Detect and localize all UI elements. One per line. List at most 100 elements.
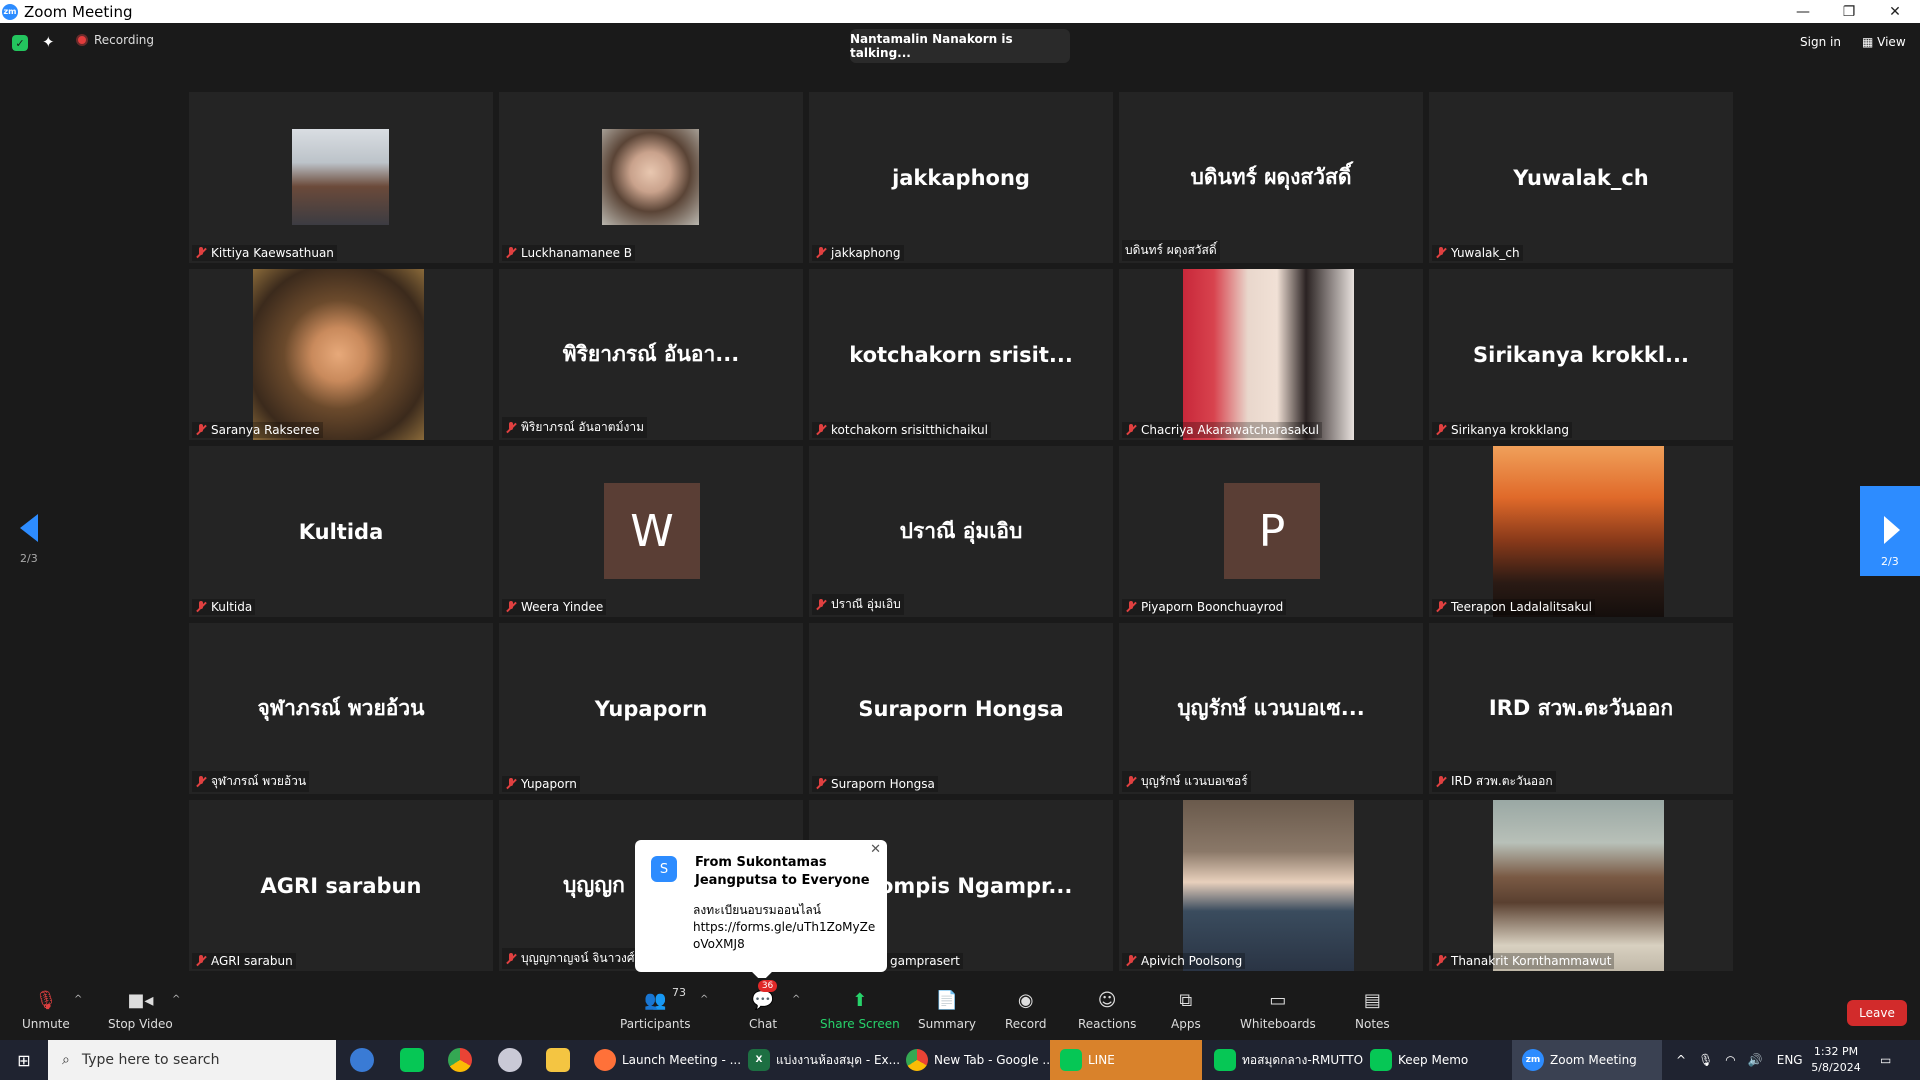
chevron-up-icon[interactable]: ^ [700,994,708,1005]
participant-tile[interactable]: Kittiya Kaewsathuan [189,92,493,263]
participant-tile[interactable]: kotchakorn srisit... kotchakorn srisitth… [809,269,1113,440]
participant-tile[interactable]: AGRI sarabun AGRI sarabun [189,800,493,971]
notes-button[interactable]: ▤ Notes [1355,988,1390,1032]
minimize-button[interactable]: — [1780,0,1826,23]
taskbar-search-box[interactable]: ⌕ Type here to search [48,1040,336,1080]
participant-display-name: จุฬาภรณ์ พวยอ้วน [257,696,425,720]
participant-tile[interactable]: W Weera Yindee [499,446,803,617]
page-indicator: 2/3 [1881,555,1899,568]
participant-display-name: Sirikanya krokkl... [1473,342,1689,367]
chevron-up-icon[interactable]: ^ [74,994,82,1005]
participant-tile[interactable]: จุฬาภรณ์ พวยอ้วน จุฬาภรณ์ พวยอ้วน [189,623,493,794]
search-placeholder: Type here to search [81,1052,220,1068]
participant-tile[interactable]: พิริยาภรณ์ อันอา... พิริยาภรณ์ อันอาตม์ง… [499,269,803,440]
muted-mic-icon [1125,955,1137,967]
chrome-icon[interactable] [448,1048,472,1072]
chevron-up-icon[interactable]: ^ [792,994,800,1005]
restore-button[interactable]: ❐ [1826,0,1872,23]
taskbar-app-firefox[interactable]: Launch Meeting - ... [594,1040,741,1080]
chevron-up-icon[interactable]: ^ [1676,1053,1686,1067]
participant-tile[interactable]: jakkaphong jakkaphong [809,92,1113,263]
summary-button[interactable]: 📄 Summary [918,988,976,1032]
chevron-up-icon[interactable]: ^ [172,994,180,1005]
taskbar-app-excel[interactable]: X แบ่งงานห้องสมุด - Ex... [748,1040,900,1080]
participant-tile[interactable]: Sirikanya krokkl... Sirikanya krokklang [1429,269,1733,440]
window-titlebar: zm Zoom Meeting — ❐ ✕ [0,0,1920,23]
line-app-icon[interactable] [400,1048,424,1072]
app-launcher-icon[interactable] [498,1048,522,1072]
firefox-icon [594,1049,616,1071]
participant-tile[interactable]: Luckhanamanee B [499,92,803,263]
share-screen-button[interactable]: ⬆ Share Screen [820,988,900,1032]
participant-tile[interactable]: Apivich Poolsong [1119,800,1423,971]
muted-mic-icon [195,775,207,788]
muted-mic-icon [1125,601,1137,613]
participant-tile[interactable]: บุญรักษ์ แวนบอเซ... บุญรักษ์ แวนบอเซอร์ [1119,623,1423,794]
chat-message: ลงทะเบียนอบรมออนไลน์ https://forms.gle/u… [693,902,879,953]
clock-time: 1:32 PM [1813,1045,1859,1058]
participant-tile[interactable]: Yuwalak_ch Yuwalak_ch [1429,92,1733,263]
taskbar-app-zoom[interactable]: zm Zoom Meeting [1512,1040,1662,1080]
participant-tile[interactable]: Teerapon Ladalalitsakul [1429,446,1733,617]
whiteboards-label: Whiteboards [1240,1017,1316,1031]
close-button[interactable]: ✕ [1872,0,1918,23]
ai-companion-icon[interactable]: ✦ [42,33,55,51]
notifications-icon[interactable]: ▭ [1880,1040,1891,1080]
taskbar-clock[interactable]: 1:32 PM 5/8/2024 [1798,1044,1874,1076]
arrow-right-icon [1884,516,1900,544]
grid-icon: ▦ [1862,35,1878,49]
leave-button[interactable]: Leave [1847,1000,1907,1026]
volume-icon[interactable]: 🔊 [1748,1053,1763,1067]
participant-tile[interactable]: Thanakrit Kornthammawut [1429,800,1733,971]
chat-message-link[interactable]: https://forms.gle/uTh1ZoMyZeoVoXMJ8 [693,919,879,953]
participant-name-label: IRD สวพ.ตะวันออก [1432,771,1556,792]
recording-indicator[interactable]: Recording [76,33,154,47]
participant-tile[interactable]: ปราณี อุ่มเอิบ ปราณี อุ่มเอิบ [809,446,1113,617]
participant-avatar: P [1224,483,1320,579]
chat-button[interactable]: 💬 36 Chat [749,980,778,1031]
record-button[interactable]: ◉ Record [1005,988,1046,1032]
view-button[interactable]: ▦ View [1862,35,1906,49]
active-speaker-banner: Nantamalin Nanakorn is talking... [850,29,1070,63]
participant-tile[interactable]: IRD สวพ.ตะวันออก IRD สวพ.ตะวันออก [1429,623,1733,794]
participant-tile[interactable]: Suraporn Hongsa Suraporn Hongsa [809,623,1113,794]
participant-display-name: บดินทร์ ผดุงสวัสดิ์ [1190,165,1352,189]
muted-mic-icon [1125,775,1137,788]
unmute-button[interactable]: 🎙 Unmute [22,988,70,1032]
edge-browser-icon[interactable] [350,1048,374,1072]
participant-tile[interactable]: Kultida Kultida [189,446,493,617]
participant-tile[interactable]: Saranya Rakseree [189,269,493,440]
participant-tile[interactable]: Yupaporn Yupaporn [499,623,803,794]
participant-tile[interactable]: บดินทร์ ผดุงสวัสดิ์ บดินทร์ ผดุงสวัสดิ์ [1119,92,1423,263]
taskbar-app-chrome[interactable]: New Tab - Google ... [906,1040,1054,1080]
participant-tile[interactable]: Chacriya Akarawatcharasakul [1119,269,1423,440]
unmute-label: Unmute [22,1017,70,1031]
video-camera-icon: ■◂ [127,989,154,1011]
encryption-shield-icon[interactable]: ✓ [12,35,28,51]
participants-label: Participants [620,1017,691,1031]
reactions-button[interactable]: ☺ Reactions [1078,988,1136,1032]
wifi-icon[interactable]: ◠ [1725,1053,1735,1067]
file-explorer-icon[interactable] [546,1048,570,1072]
next-page-button[interactable]: 2/3 [1860,486,1920,576]
participants-button[interactable]: 👥 73 Participants [620,986,691,1031]
sign-in-button[interactable]: Sign in [1800,35,1841,49]
previous-page-button[interactable]: 2/3 [14,514,44,574]
close-icon[interactable]: ✕ [870,842,881,857]
stop-video-button[interactable]: ■◂ Stop Video [108,988,173,1032]
apps-button[interactable]: ⧉ Apps [1171,988,1201,1032]
zoom-logo-icon: zm [2,3,18,20]
participant-name-label: kotchakorn srisitthichaikul [812,422,991,438]
clock-date: 5/8/2024 [1811,1061,1861,1074]
taskbar-app-line[interactable]: LINE [1050,1040,1202,1080]
participant-tile[interactable]: P Piyaporn Boonchuayrod [1119,446,1423,617]
taskbar-app-keep-memo[interactable]: Keep Memo [1370,1040,1468,1080]
meeting-toolbar: 🎙 Unmute ^ ■◂ Stop Video ^ 👥 73 Participa… [0,978,1920,1040]
microphone-icon[interactable]: 🎙 [1698,1053,1713,1067]
participants-icon: 👥 73 [644,986,687,1011]
summary-icon: 📄 [935,989,959,1011]
whiteboards-button[interactable]: ▭ Whiteboards [1240,988,1316,1032]
taskbar-app-line-group[interactable]: ทอสมุดกลาง-RMUTTO [1214,1040,1363,1080]
chat-notification-popup[interactable]: S From Sukontamas Jeangputsa to Everyone… [635,840,887,982]
windows-start-icon[interactable]: ⊞ [0,1040,48,1080]
